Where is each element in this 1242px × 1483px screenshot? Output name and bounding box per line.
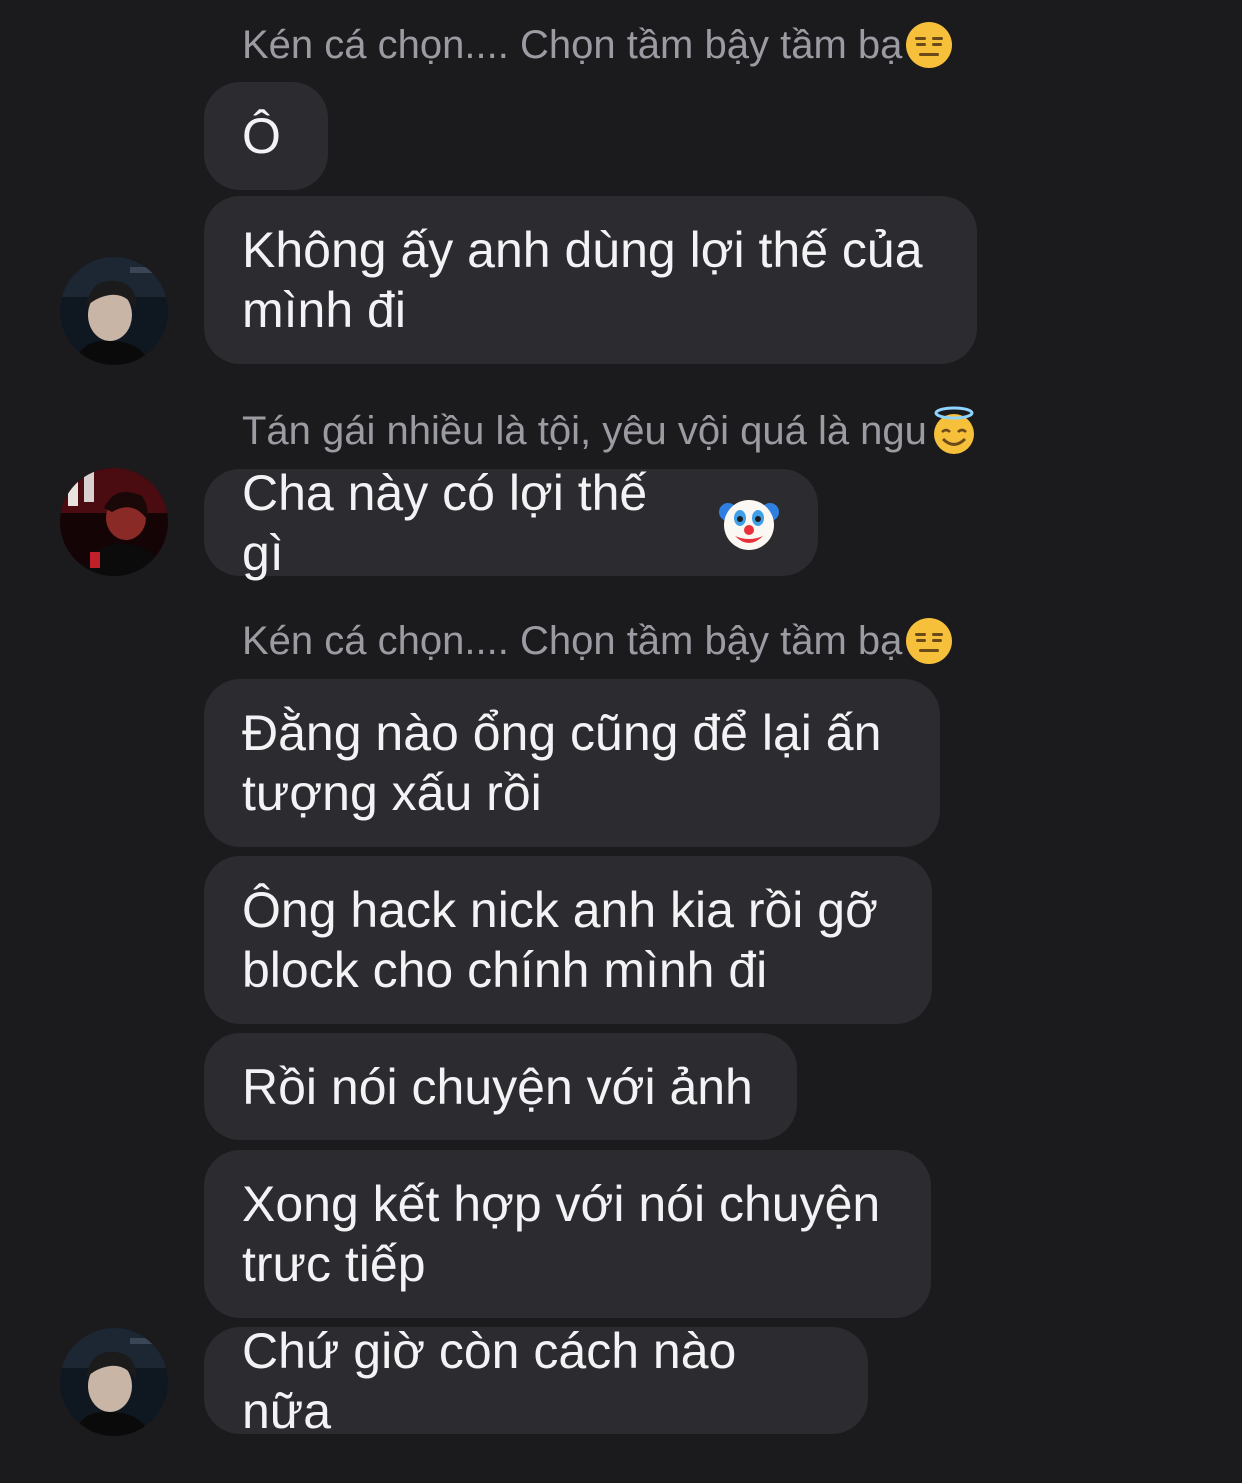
expressionless-face-icon xyxy=(906,618,953,664)
sender-name-label: Tán gái nhiều là tội, yêu vội quá là ngu xyxy=(242,409,927,453)
message-bubble[interactable]: Đằng nào ổng cũng để lại ấn tượng xấu rồ… xyxy=(204,679,940,847)
message-text: Đằng nào ổng cũng để lại ấn tượng xấu rồ… xyxy=(242,705,882,821)
message-text: Ông hack nick anh kia rồi gỡ block cho c… xyxy=(242,882,878,998)
message-bubble[interactable]: Xong kết hợp với nói chuyện trưc tiếp xyxy=(204,1150,931,1318)
message-bubble[interactable]: Ô xyxy=(204,82,328,190)
message-bubble[interactable]: Rồi nói chuyện với ảnh xyxy=(204,1033,797,1140)
message-text: Cha này có lợi thế gì xyxy=(242,464,648,581)
avatar[interactable] xyxy=(60,1328,168,1436)
message-text: Xong kết hợp với nói chuyện trưc tiếp xyxy=(242,1176,881,1292)
message-bubble[interactable]: Cha này có lợi thế gì xyxy=(204,465,818,581)
message-bubble[interactable]: Chứ giờ còn cách nào nữa xyxy=(204,1323,868,1439)
avatar[interactable] xyxy=(60,257,168,365)
clown-face-icon xyxy=(719,499,779,550)
message-bubble[interactable]: Không ấy anh dùng lợi thế của mình đi xyxy=(204,196,977,364)
expressionless-face-icon xyxy=(906,22,953,68)
message-bubble[interactable]: Ông hack nick anh kia rồi gỡ block cho c… xyxy=(204,856,932,1024)
message-text: Không ấy anh dùng lợi thế của mình đi xyxy=(242,222,923,338)
avatar[interactable] xyxy=(60,468,168,576)
message-text: Ô xyxy=(242,108,281,164)
message-text: Rồi nói chuyện với ảnh xyxy=(242,1058,753,1115)
sender-name: Kén cá chọn.... Chọn tầm bậy tầm bạ xyxy=(242,616,954,666)
sender-name-label: Kén cá chọn.... Chọn tầm bậy tầm bạ xyxy=(242,23,903,67)
message-text: Chứ giờ còn cách nào nữa xyxy=(242,1322,737,1439)
sender-name-label: Kén cá chọn.... Chọn tầm bậy tầm bạ xyxy=(242,619,903,663)
sender-name: Tán gái nhiều là tội, yêu vội quá là ngu xyxy=(242,406,979,456)
smiling-face-with-halo-icon xyxy=(933,406,974,454)
sender-name: Kén cá chọn.... Chọn tầm bậy tầm bạ xyxy=(242,20,954,70)
